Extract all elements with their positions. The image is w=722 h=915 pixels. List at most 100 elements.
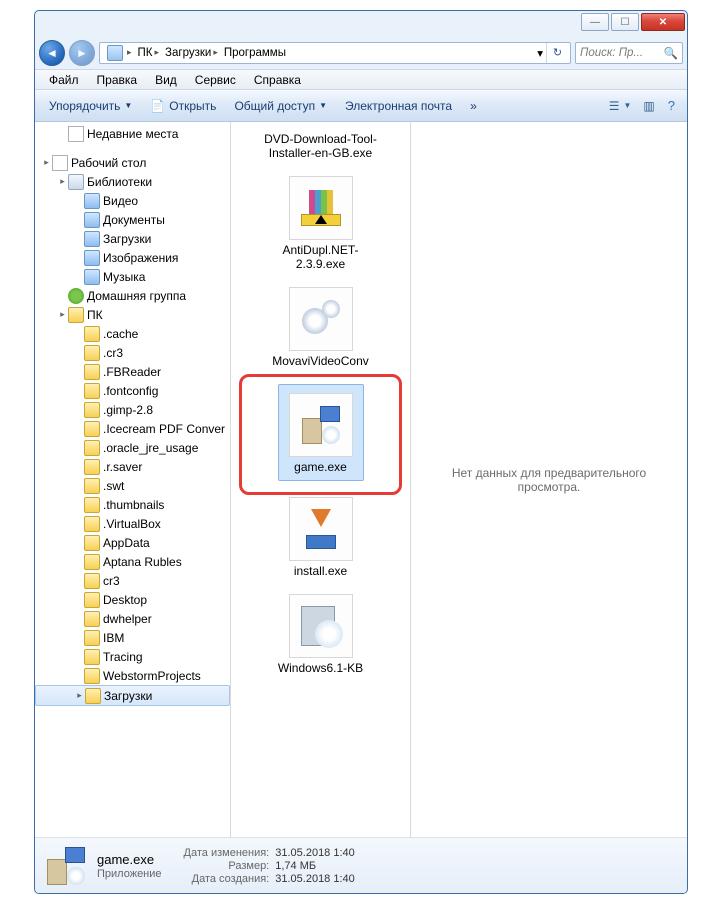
tree-item[interactable]: Desktop — [35, 590, 230, 609]
file-item[interactable]: DVD-Download-Tool-Installer-en-GB.exe — [231, 126, 410, 170]
tree-item[interactable]: Aptana Rubles — [35, 552, 230, 571]
folder-icon — [84, 592, 100, 608]
file-label: game.exe — [294, 460, 347, 474]
tree-item[interactable]: .swt — [35, 476, 230, 495]
menu-view[interactable]: Вид — [147, 71, 185, 89]
tree-item[interactable]: Tracing — [35, 647, 230, 666]
tree-item[interactable]: AppData — [35, 533, 230, 552]
tree-item[interactable]: .gimp-2.8 — [35, 400, 230, 419]
tree-item[interactable]: Недавние места — [35, 124, 230, 143]
tree-item[interactable]: Документы — [35, 210, 230, 229]
breadcrumb[interactable]: ПК▸ — [135, 43, 163, 63]
folder-icon — [84, 402, 100, 418]
tree-item-label: .cr3 — [103, 346, 123, 360]
file-item[interactable]: AntiDupl.NET-2.3.9.exe — [231, 170, 410, 281]
tree-item[interactable]: Музыка — [35, 267, 230, 286]
nav-back-button[interactable]: ◄ — [39, 40, 65, 66]
tree-item[interactable]: Домашняя группа — [35, 286, 230, 305]
open-button[interactable]: 📄Открыть — [142, 95, 224, 117]
tree-item[interactable]: .thumbnails — [35, 495, 230, 514]
file-label: install.exe — [294, 564, 347, 578]
tree-item[interactable]: .FBReader — [35, 362, 230, 381]
twisty-icon[interactable]: ▸ — [57, 309, 68, 320]
minimize-button[interactable]: — — [581, 13, 609, 31]
tree-item-label: cr3 — [103, 574, 120, 588]
tree-item[interactable]: ▸Загрузки — [35, 685, 230, 706]
search-icon: 🔍 — [664, 46, 678, 60]
tree-item-label: IBM — [103, 631, 124, 645]
tree-item[interactable]: ▸Рабочий стол — [35, 153, 230, 172]
twisty-icon[interactable]: ▸ — [57, 176, 68, 187]
menu-tools[interactable]: Сервис — [187, 71, 244, 89]
file-item[interactable]: Windоws6.1-KB — [231, 588, 410, 685]
tree-item[interactable]: .cache — [35, 324, 230, 343]
menu-file[interactable]: Файл — [41, 71, 87, 89]
tree-item-label: ПК — [87, 308, 103, 322]
tree-item-label: .cache — [103, 327, 138, 341]
tree-item[interactable]: .cr3 — [35, 343, 230, 362]
folder-icon — [68, 126, 84, 142]
folder-icon — [84, 421, 100, 437]
folder-icon — [84, 611, 100, 627]
refresh-button[interactable]: ↻ — [546, 43, 568, 63]
breadcrumb[interactable]: Программы — [221, 43, 289, 63]
file-list[interactable]: DVD-Download-Tool-Installer-en-GB.exe Ant… — [231, 122, 411, 837]
tree-item-label: Desktop — [103, 593, 147, 607]
folder-icon — [84, 497, 100, 513]
tree-item[interactable]: ▸Библиотеки — [35, 172, 230, 191]
tree-item[interactable]: .Icecream PDF Conver — [35, 419, 230, 438]
folder-icon — [68, 307, 84, 323]
file-item[interactable]: game.exe — [231, 378, 410, 491]
tree-item[interactable]: IBM — [35, 628, 230, 647]
folder-icon — [84, 383, 100, 399]
twisty-icon[interactable]: ▸ — [74, 690, 85, 701]
tree-item[interactable]: Изображения — [35, 248, 230, 267]
open-icon: 📄 — [150, 99, 165, 113]
file-item[interactable]: MovaviVideoConv — [231, 281, 410, 378]
chevron-down-icon[interactable]: ▾ — [534, 43, 546, 63]
view-mode-button[interactable]: ☰ ▼ — [604, 95, 637, 117]
tree-item[interactable]: Видео — [35, 191, 230, 210]
tree-item[interactable]: ▸ ПК — [35, 305, 230, 324]
help-button[interactable]: ? — [662, 98, 681, 113]
folder-icon — [84, 193, 100, 209]
share-button[interactable]: Общий доступ▼ — [226, 95, 335, 117]
email-button[interactable]: Электронная почта — [337, 95, 460, 117]
search-input[interactable]: Поиск: Пр... 🔍 — [575, 42, 683, 64]
tree-item-label: Загрузки — [103, 232, 151, 246]
tree-item[interactable]: WebstormProjects — [35, 666, 230, 685]
titlebar[interactable]: — ☐ ✕ — [35, 11, 687, 39]
details-prop-key: Дата изменения: — [184, 847, 270, 859]
file-item[interactable]: install.exe — [231, 491, 410, 588]
nav-forward-button[interactable]: ► — [69, 40, 95, 66]
folder-icon — [84, 326, 100, 342]
folder-icon — [84, 535, 100, 551]
menu-edit[interactable]: Правка — [89, 71, 146, 89]
maximize-button[interactable]: ☐ — [611, 13, 639, 31]
address-bar[interactable]: ▸ ПК▸ Загрузки▸ Программы ▾ ↻ — [99, 42, 571, 64]
tree-item[interactable]: .r.saver — [35, 457, 230, 476]
file-label: AntiDupl.NET-2.3.9.exe — [261, 243, 381, 271]
navigation-tree[interactable]: Недавние места ▸Рабочий стол▸БиблиотекиВи… — [35, 122, 231, 837]
tree-item[interactable]: cr3 — [35, 571, 230, 590]
tree-item[interactable]: .fontconfig — [35, 381, 230, 400]
tree-item-label: dwhelper — [103, 612, 152, 626]
tree-item[interactable]: .oracle_jre_usage — [35, 438, 230, 457]
menu-help[interactable]: Справка — [246, 71, 309, 89]
organize-button[interactable]: Упорядочить▼ — [41, 95, 140, 117]
preview-pane-button[interactable]: ▥ — [638, 95, 659, 117]
folder-icon — [84, 668, 100, 684]
tree-item-label: .r.saver — [103, 460, 142, 474]
tree-item[interactable]: Загрузки — [35, 229, 230, 248]
twisty-icon[interactable]: ▸ — [41, 157, 52, 168]
breadcrumb[interactable]: Загрузки▸ — [162, 43, 221, 63]
tree-item[interactable]: .VirtualBox — [35, 514, 230, 533]
computer-icon — [107, 45, 123, 61]
more-button[interactable]: » — [462, 95, 485, 117]
preview-pane: Нет данных для предварительного просмотр… — [411, 122, 687, 837]
toolbar: Упорядочить▼ 📄Открыть Общий доступ▼ Элек… — [35, 90, 687, 122]
folder-icon — [85, 688, 101, 704]
tree-item[interactable]: dwhelper — [35, 609, 230, 628]
folder-icon — [84, 269, 100, 285]
close-button[interactable]: ✕ — [641, 13, 685, 31]
